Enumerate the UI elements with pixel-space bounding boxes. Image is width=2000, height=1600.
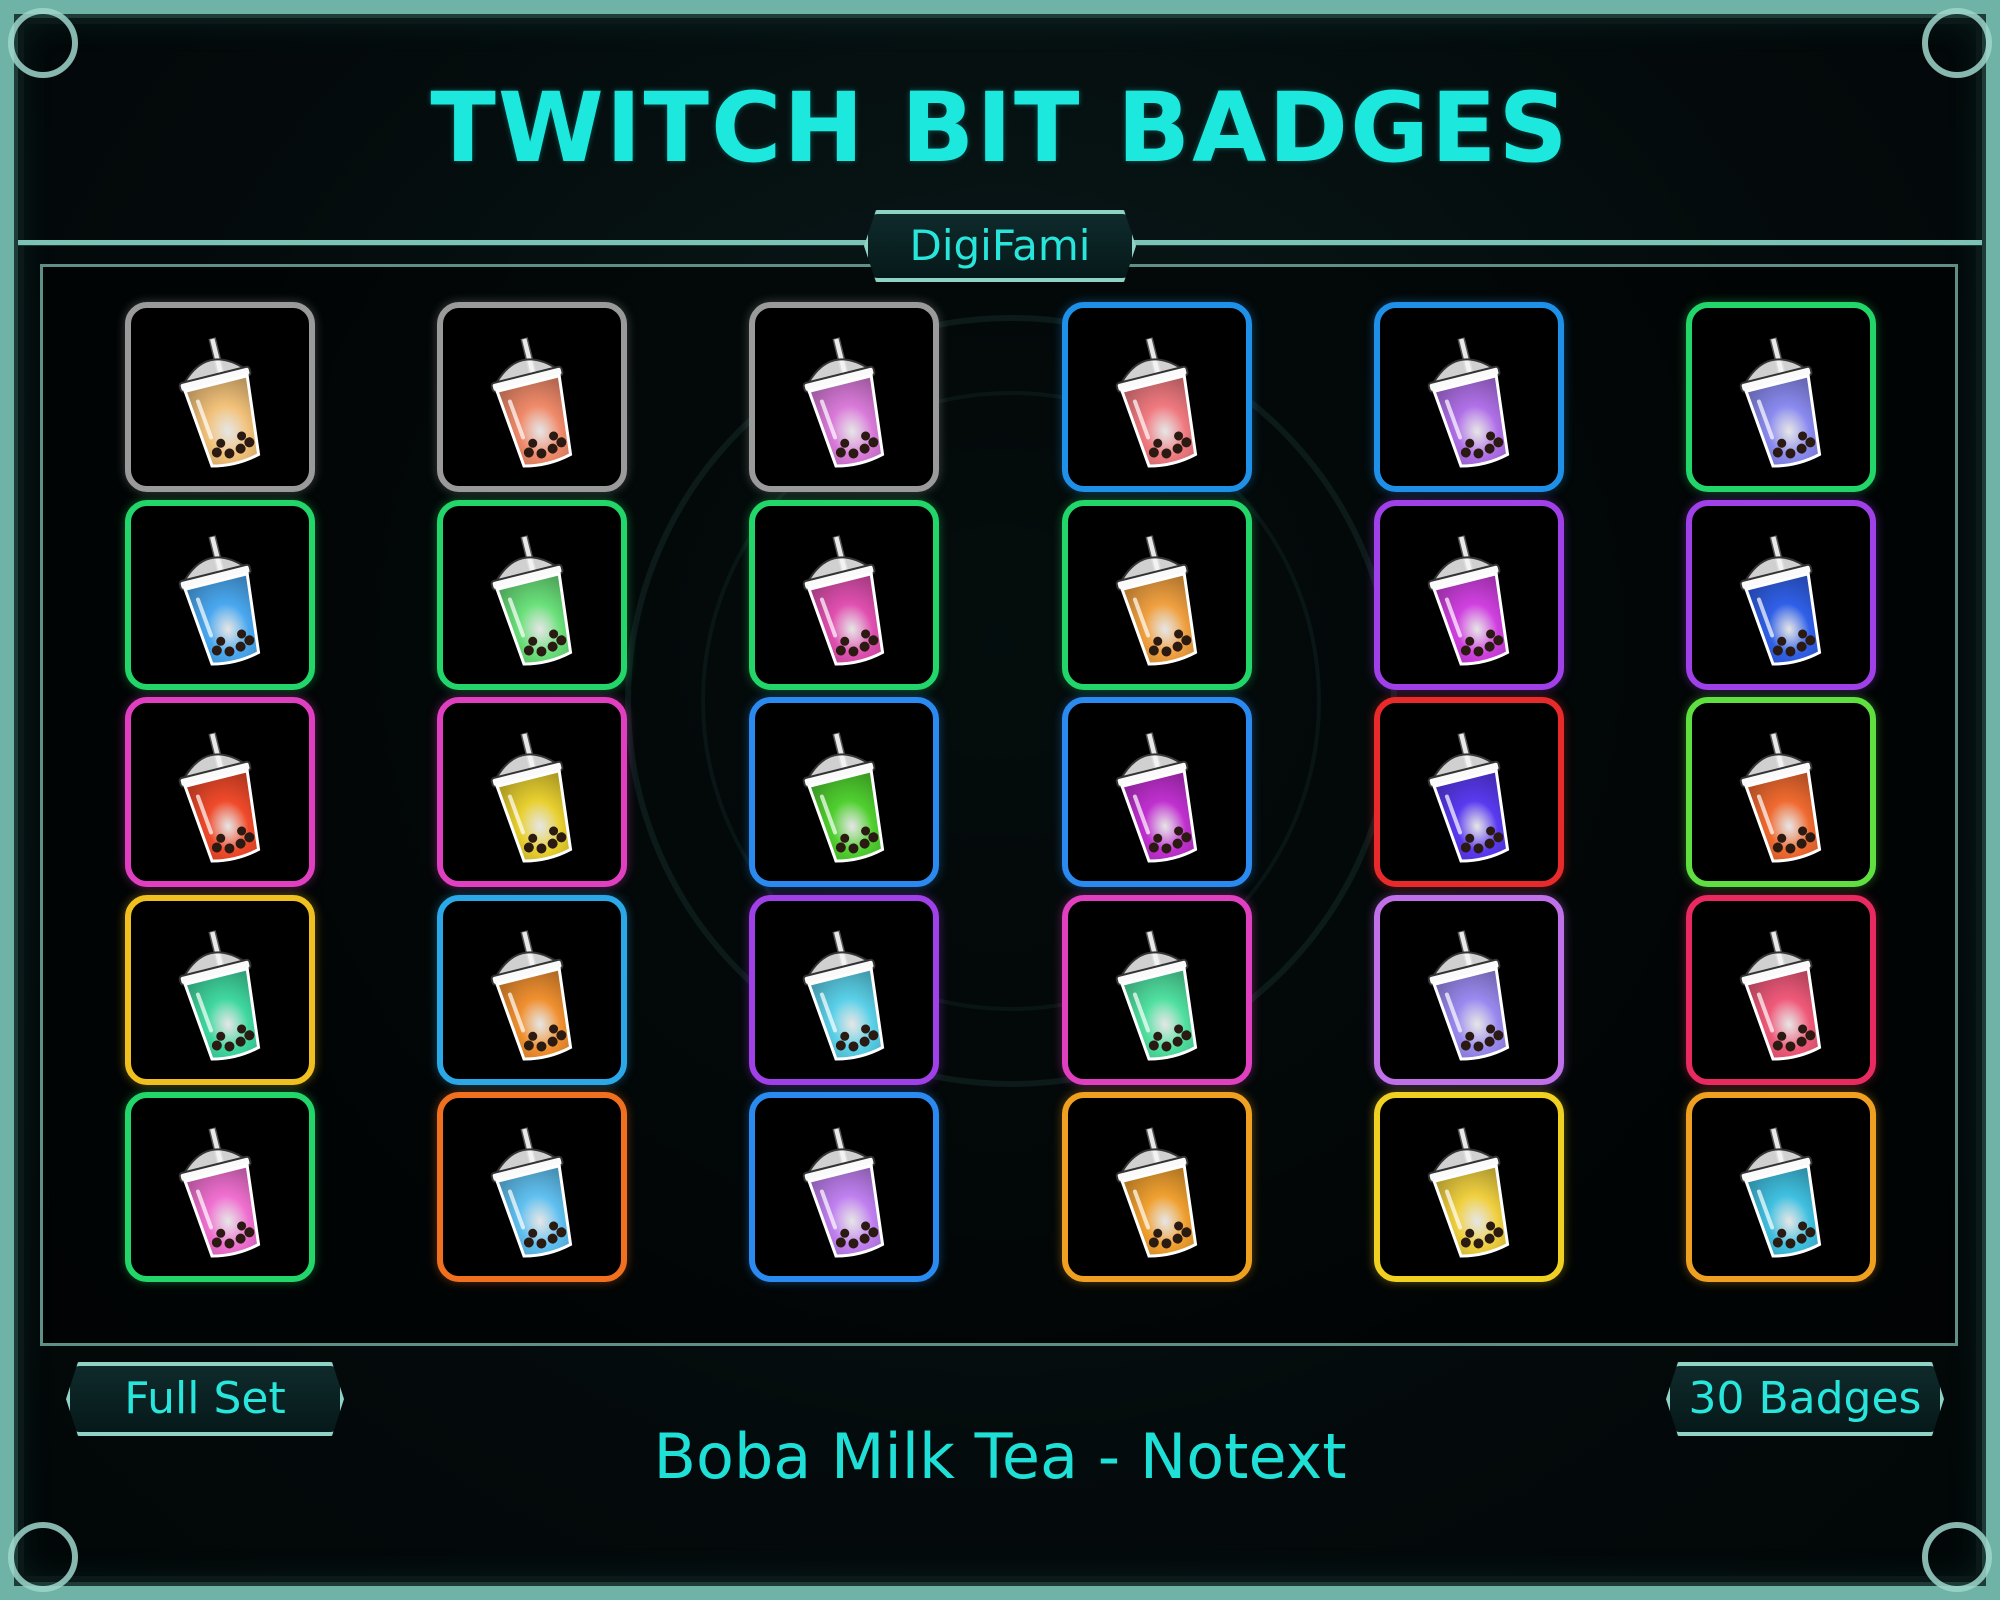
badge-tile bbox=[125, 302, 315, 492]
badge-tile bbox=[1686, 697, 1876, 887]
boba-cup-icon bbox=[1739, 534, 1822, 666]
boba-cup-icon bbox=[490, 1126, 573, 1258]
boba-cup-icon bbox=[490, 929, 573, 1061]
boba-cup-icon bbox=[1739, 336, 1822, 468]
badge-tile bbox=[1374, 1092, 1564, 1282]
boba-cup-icon bbox=[490, 731, 573, 863]
boba-cup-icon bbox=[178, 731, 261, 863]
badge-tile bbox=[1374, 500, 1564, 690]
boba-cup-icon bbox=[1427, 534, 1510, 666]
boba-cup-icon bbox=[1115, 731, 1198, 863]
badge-tile bbox=[1686, 1092, 1876, 1282]
ornament-top-left-icon bbox=[8, 8, 78, 78]
badge-tile bbox=[125, 500, 315, 690]
page-title: TWITCH BIT BADGES bbox=[430, 72, 1570, 184]
boba-cup-icon bbox=[1427, 731, 1510, 863]
boba-cup-icon bbox=[1427, 1126, 1510, 1258]
badge-tile bbox=[437, 895, 627, 1085]
boba-cup-icon bbox=[178, 336, 261, 468]
boba-cup-icon bbox=[490, 336, 573, 468]
badge-tile bbox=[1062, 500, 1252, 690]
boba-cup-icon bbox=[178, 1126, 261, 1258]
boba-cup-icon bbox=[178, 534, 261, 666]
boba-cup-icon bbox=[1739, 731, 1822, 863]
badge-tile bbox=[437, 1092, 627, 1282]
badge-tile bbox=[125, 697, 315, 887]
boba-cup-icon bbox=[1427, 336, 1510, 468]
badge-tile bbox=[1686, 500, 1876, 690]
badge-tile bbox=[1062, 1092, 1252, 1282]
boba-cup-icon bbox=[1115, 929, 1198, 1061]
boba-cup-icon bbox=[802, 731, 885, 863]
boba-cup-icon bbox=[1739, 929, 1822, 1061]
badge-tile bbox=[125, 895, 315, 1085]
badge-tile bbox=[1374, 697, 1564, 887]
badge-tile bbox=[1686, 302, 1876, 492]
badge-tile bbox=[749, 697, 939, 887]
boba-cup-icon bbox=[490, 534, 573, 666]
boba-cup-icon bbox=[802, 1126, 885, 1258]
ornament-bottom-right-icon bbox=[1922, 1522, 1992, 1592]
badge-tile bbox=[1062, 895, 1252, 1085]
badge-tile bbox=[1374, 895, 1564, 1085]
badge-tile bbox=[749, 1092, 939, 1282]
badge-tile bbox=[749, 895, 939, 1085]
badge-tile bbox=[437, 500, 627, 690]
badge-tile bbox=[1374, 302, 1564, 492]
badge-tile bbox=[749, 500, 939, 690]
badge-tile bbox=[1686, 895, 1876, 1085]
badge-tile bbox=[437, 302, 627, 492]
ornament-top-right-icon bbox=[1922, 8, 1992, 78]
badge-tile bbox=[1062, 302, 1252, 492]
badge-tile bbox=[749, 302, 939, 492]
boba-cup-icon bbox=[178, 929, 261, 1061]
boba-cup-icon bbox=[802, 534, 885, 666]
badge-tile bbox=[1062, 697, 1252, 887]
boba-cup-icon bbox=[1739, 1126, 1822, 1258]
boba-cup-icon bbox=[1115, 336, 1198, 468]
boba-cup-icon bbox=[1115, 1126, 1198, 1258]
watermark-seal-icon bbox=[625, 315, 1397, 1087]
boba-cup-icon bbox=[1427, 929, 1510, 1061]
boba-cup-icon bbox=[1115, 534, 1198, 666]
badge-tile bbox=[437, 697, 627, 887]
ornament-bottom-left-icon bbox=[8, 1522, 78, 1592]
product-caption: Boba Milk Tea - Notext bbox=[653, 1420, 1347, 1493]
boba-cup-icon bbox=[802, 336, 885, 468]
boba-cup-icon bbox=[802, 929, 885, 1061]
author-plate: DigiFami bbox=[864, 210, 1136, 282]
badge-tile bbox=[125, 1092, 315, 1282]
